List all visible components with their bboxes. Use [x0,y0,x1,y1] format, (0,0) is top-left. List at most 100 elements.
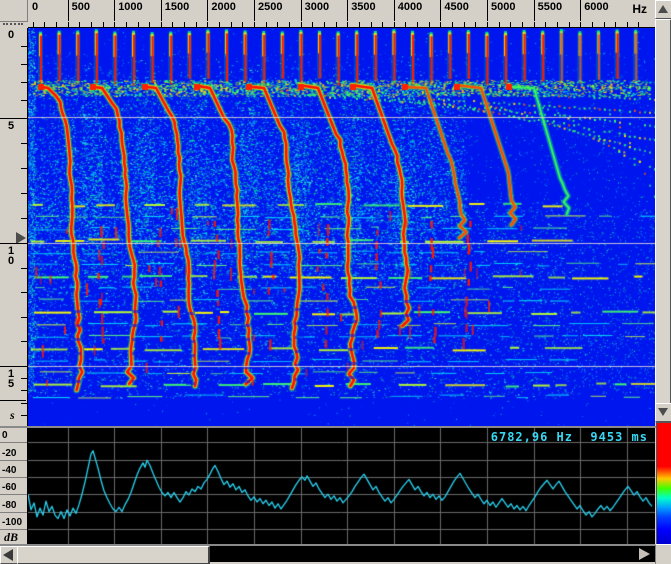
freq-tick-label: 3500 [351,1,375,13]
spectrogram-canvas[interactable] [28,28,655,428]
freq-tick [394,0,395,21]
freq-minor-tick [429,22,430,27]
freq-minor-tick [638,22,639,27]
bottom-right-corner [655,544,671,564]
freq-minor-tick [569,22,570,27]
freq-tick [487,0,488,21]
freq-minor-tick [627,22,628,27]
freq-tick-label: 3000 [305,1,329,13]
horizontal-scrollbar-thumb[interactable] [17,546,210,564]
frequency-unit-label: Hz [632,2,647,16]
freq-minor-tick [534,22,535,27]
freq-minor-tick [44,22,45,27]
frequency-ruler: Hz 0500100015002000250030003500400045005… [28,0,655,28]
freq-tick-label: 1500 [165,1,189,13]
freq-minor-tick [382,22,383,27]
freq-minor-tick [336,22,337,27]
time-minor-tick [21,82,27,83]
time-minor-tick [21,168,27,169]
freq-minor-tick [196,22,197,27]
time-tick-label: 15 [8,369,14,389]
arrow-right-icon [639,548,650,560]
db-tick-label: -20 [2,448,16,459]
ruler-corner [0,0,28,22]
scroll-up-button[interactable] [655,0,671,19]
freq-minor-tick [522,22,523,27]
time-major-line [0,243,27,244]
time-readout: 9453 ms [590,430,648,444]
db-tick-label: -40 [2,465,16,476]
freq-minor-tick [464,22,465,27]
scroll-right-button[interactable] [636,546,656,562]
time-minor-tick [21,143,27,144]
freq-minor-tick [266,22,267,27]
arrow-left-icon [3,549,13,561]
freq-tick-label: 5500 [538,1,562,13]
freq-minor-tick [475,22,476,27]
freq-minor-tick [440,22,441,27]
freq-minor-tick [149,22,150,27]
frequency-readout: 6782,96 Hz [491,430,573,444]
freq-tick-label: 1000 [118,1,142,13]
freq-minor-tick [254,22,255,27]
freq-minor-tick [91,22,92,27]
freq-minor-tick [405,22,406,27]
freq-minor-tick [324,22,325,27]
freq-minor-tick [371,22,372,27]
db-ruler-line [0,529,27,530]
time-minor-tick [21,292,27,293]
freq-minor-tick [510,22,511,27]
scroll-down-button[interactable] [655,403,671,422]
freq-minor-tick [557,22,558,27]
freq-tick-label: 2000 [211,1,235,13]
time-minor-tick [21,378,27,379]
freq-tick-label: 4500 [444,1,468,13]
corner-grip-dots [3,23,23,25]
freq-minor-tick [172,22,173,27]
freq-minor-tick [545,22,546,27]
spectrum-panel-canvas[interactable] [28,428,655,544]
time-minor-tick [21,64,27,65]
db-tick-label: 0 [2,430,8,441]
freq-minor-tick [359,22,360,27]
freq-minor-tick [312,22,313,27]
freq-tick-label: 2500 [258,1,282,13]
freq-tick [254,0,255,21]
freq-minor-tick [615,22,616,27]
freq-minor-tick [207,22,208,27]
db-tick-label: -80 [2,500,16,511]
time-minor-tick [21,100,27,101]
db-unit-label: dB [4,530,18,545]
time-major-line [0,366,27,367]
freq-tick [114,0,115,21]
freq-minor-tick [347,22,348,27]
time-minor-tick [21,193,27,194]
time-major-line [0,118,27,119]
time-minor-tick [21,218,27,219]
freq-tick [161,0,162,21]
vertical-scrollbar[interactable] [655,0,671,420]
freq-minor-tick [219,22,220,27]
vertical-scrollbar-thumb[interactable] [655,19,671,406]
time-tick-label: 5 [8,121,14,131]
time-minor-tick [21,403,27,404]
db-ruler-line [0,494,27,495]
db-ruler-line [0,442,27,443]
time-minor-tick [21,390,27,391]
freq-minor-tick [79,22,80,27]
horizontal-scrollbar[interactable] [0,546,656,562]
db-tick-label: -100 [2,517,22,528]
freq-minor-tick [592,22,593,27]
arrow-up-icon [658,5,668,13]
db-tick-label: -60 [2,482,16,493]
freq-minor-tick [487,22,488,27]
time-ruler: s 051015 [0,28,28,427]
freq-minor-tick [277,22,278,27]
time-unit-label: s [10,408,15,423]
db-ruler-line [0,512,27,513]
freq-minor-tick [114,22,115,27]
freq-minor-tick [301,22,302,27]
time-tick-label: 10 [8,246,14,266]
freq-tick-label: 4000 [398,1,422,13]
freq-minor-tick [580,22,581,27]
